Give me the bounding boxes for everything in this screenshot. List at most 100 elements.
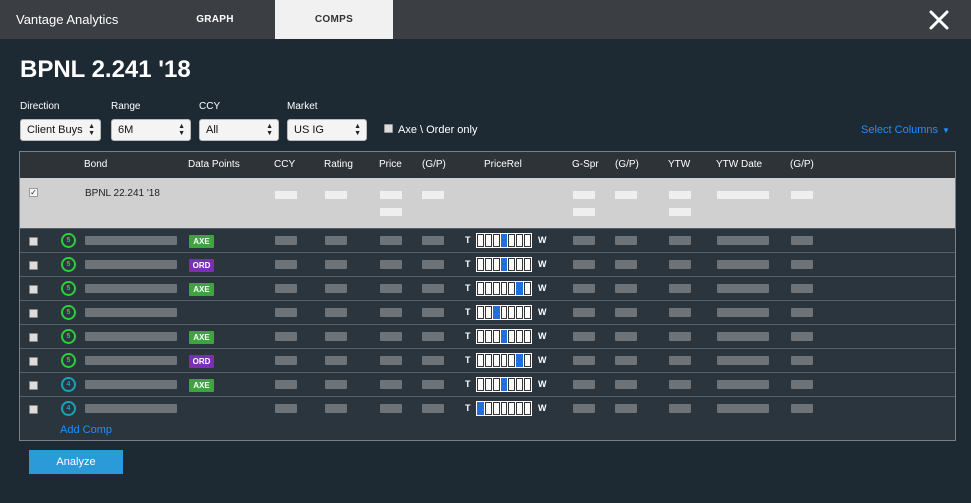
pricerel-segment: [477, 282, 484, 295]
table-row[interactable]: 5 ORD T W: [20, 252, 955, 276]
rating-badge: 5: [61, 305, 76, 320]
ytw-gp-placeholder: [791, 284, 813, 293]
pricerel-segment: [484, 378, 492, 391]
bond-name-placeholder: [85, 284, 177, 293]
pricerel-left-label: T: [465, 331, 471, 341]
col-ytw[interactable]: YTW: [668, 159, 690, 170]
pricerel-left-label: T: [465, 355, 471, 365]
row-checkbox[interactable]: [29, 309, 38, 318]
col-price-gp[interactable]: (G/P): [422, 159, 446, 170]
pricerel-segment: [477, 378, 484, 391]
table-row[interactable]: 5 T W: [20, 300, 955, 324]
pricerel-segment: [500, 234, 508, 247]
row-checkbox[interactable]: [29, 333, 38, 342]
select-columns-link[interactable]: Select Columns ▼: [861, 124, 950, 136]
table-row[interactable]: 4 T W: [20, 396, 955, 420]
pricerel-right-label: W: [538, 331, 547, 341]
col-ytw-gp[interactable]: (G/P): [790, 159, 814, 170]
table-row[interactable]: 5 AXE T W: [20, 324, 955, 348]
ccy-placeholder: [275, 356, 297, 365]
row-checkbox[interactable]: [29, 261, 38, 270]
pricerel-segment: [477, 354, 484, 367]
pricerel-slider: [476, 257, 532, 272]
col-bond[interactable]: Bond: [84, 159, 107, 170]
ccy-select[interactable]: All ▲ ▼: [199, 119, 279, 141]
rating-badge: 5: [61, 233, 76, 248]
pricerel-segment: [524, 306, 532, 319]
tab-graph[interactable]: GRAPH: [155, 0, 275, 39]
market-select[interactable]: US IG ▲ ▼: [287, 119, 367, 141]
row-checkbox[interactable]: [29, 405, 38, 414]
reference-bond-row[interactable]: ✓ BPNL 22.241 '18: [20, 178, 955, 228]
table-row[interactable]: 4 AXE T W: [20, 372, 955, 396]
market-label: Market: [287, 101, 318, 112]
col-g-spr[interactable]: G-Spr: [572, 159, 599, 170]
gspr-gp-placeholder: [615, 404, 637, 413]
row-checkbox[interactable]: [29, 357, 38, 366]
price-placeholder: [380, 404, 402, 413]
price-placeholder: [380, 380, 402, 389]
direction-select[interactable]: Client Buys ▲ ▼: [20, 119, 101, 141]
col-ytw-date[interactable]: YTW Date: [716, 159, 762, 170]
ytw-date-placeholder: [717, 332, 769, 341]
row-checkbox[interactable]: [29, 237, 38, 246]
axe-order-checkbox[interactable]: [384, 124, 393, 133]
pricerel-segment: [516, 258, 524, 271]
gspr-placeholder: [573, 380, 595, 389]
add-comp-link[interactable]: Add Comp: [60, 424, 112, 436]
col-price[interactable]: Price: [379, 159, 402, 170]
ytw-date-placeholder: [717, 236, 769, 245]
rating-badge: 5: [61, 329, 76, 344]
pricerel-segment: [484, 354, 492, 367]
col-ccy[interactable]: CCY: [274, 159, 295, 170]
close-icon[interactable]: [927, 8, 951, 32]
pricerel-segment: [477, 306, 484, 319]
ccy-label: CCY: [199, 101, 221, 112]
gspr-gp-placeholder: [615, 284, 637, 293]
reference-checkbox[interactable]: ✓: [29, 188, 38, 197]
pricerel-segment: [492, 402, 500, 415]
market-value: US IG: [294, 124, 324, 136]
axe-order-label: Axe \ Order only: [398, 124, 478, 136]
gspr-placeholder: [573, 236, 595, 245]
price-placeholder: [380, 260, 402, 269]
col-data-points[interactable]: Data Points: [188, 159, 240, 170]
price-gp-placeholder: [422, 236, 444, 245]
pricerel-segment: [508, 258, 516, 271]
direction-label: Direction: [20, 101, 60, 112]
range-select[interactable]: 6M ▲ ▼: [111, 119, 191, 141]
ccy-placeholder: [275, 308, 297, 317]
ccy-placeholder: [275, 332, 297, 341]
gspr-placeholder: [573, 208, 595, 216]
col-gspr-gp[interactable]: (G/P): [615, 159, 639, 170]
price-gp-placeholder: [422, 380, 444, 389]
col-rating[interactable]: Rating: [324, 159, 353, 170]
price-placeholder: [380, 356, 402, 365]
tab-comps[interactable]: COMPS: [275, 0, 393, 39]
pricerel-segment: [500, 306, 508, 319]
analyze-button[interactable]: Analyze: [29, 450, 123, 474]
row-checkbox[interactable]: [29, 381, 38, 390]
pricerel-right-label: W: [538, 307, 547, 317]
rating-badge: 5: [61, 353, 76, 368]
col-pricerel[interactable]: PriceRel: [484, 159, 522, 170]
row-checkbox[interactable]: [29, 285, 38, 294]
comps-grid: Bond Data Points CCY Rating Price (G/P) …: [19, 151, 956, 441]
pricerel-segment: [492, 234, 500, 247]
table-row[interactable]: 5 AXE T W: [20, 276, 955, 300]
select-columns-label: Select Columns: [861, 124, 939, 136]
pricerel-segment: [484, 306, 492, 319]
rating-placeholder: [325, 380, 347, 389]
ytw-gp-placeholder: [791, 260, 813, 269]
price-gp-placeholder: [422, 260, 444, 269]
pricerel-segment: [492, 306, 500, 319]
pricerel-segment: [477, 234, 484, 247]
ytw-date-placeholder: [717, 308, 769, 317]
ytw-gp-placeholder: [791, 332, 813, 341]
table-row[interactable]: 5 ORD T W: [20, 348, 955, 372]
table-row[interactable]: 5 AXE T W: [20, 228, 955, 252]
ytw-placeholder: [669, 284, 691, 293]
pricerel-segment: [508, 378, 516, 391]
pricerel-segment: [516, 330, 524, 343]
ytw-placeholder: [669, 260, 691, 269]
